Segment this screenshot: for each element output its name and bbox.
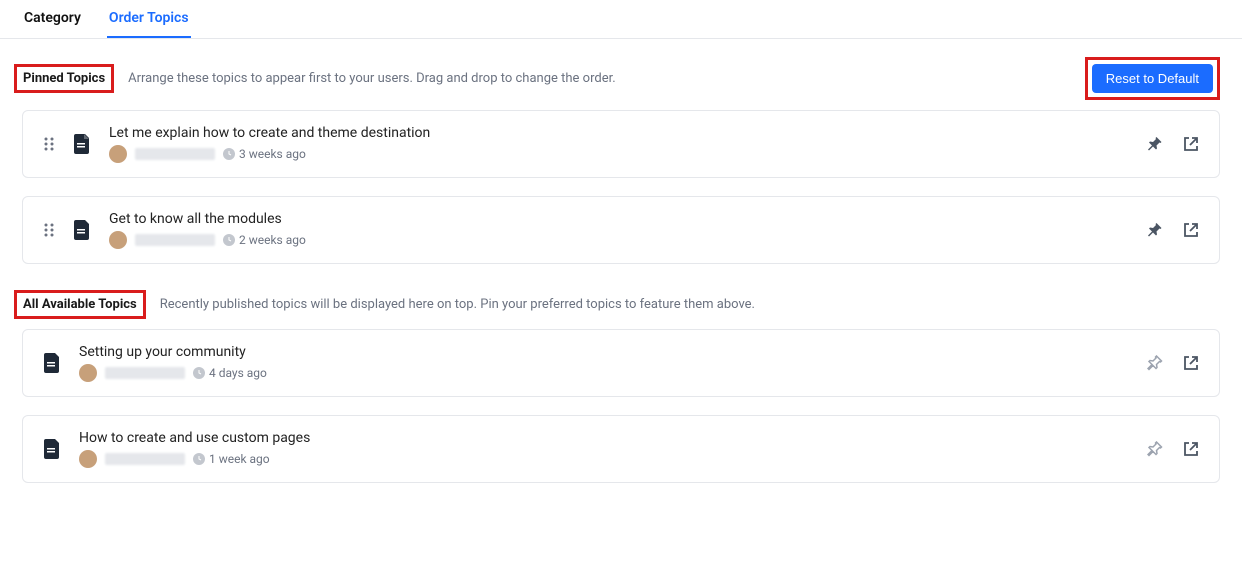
external-link-icon[interactable] xyxy=(1183,136,1199,152)
pinned-section-header: Pinned Topics Arrange these topics to ap… xyxy=(0,39,1242,110)
author-name xyxy=(105,453,185,465)
external-link-icon[interactable] xyxy=(1183,441,1199,457)
tab-category[interactable]: Category xyxy=(22,8,83,38)
author-avatar xyxy=(79,450,97,468)
topic-actions xyxy=(1147,222,1199,238)
author-avatar xyxy=(109,231,127,249)
topic-meta: 3 weeks ago xyxy=(109,145,1129,163)
clock-icon xyxy=(223,148,235,160)
available-section-header: All Available Topics Recently published … xyxy=(0,282,1242,329)
author-avatar xyxy=(79,364,97,382)
available-topics-list: Setting up your community 4 days ago xyxy=(0,329,1242,483)
pinned-topics-list: Let me explain how to create and theme d… xyxy=(0,110,1242,264)
pin-icon[interactable] xyxy=(1147,136,1163,152)
tabs-bar: Category Order Topics xyxy=(0,0,1242,39)
topic-card: Get to know all the modules 2 weeks ago xyxy=(22,196,1220,264)
document-icon xyxy=(43,353,61,373)
drag-handle-icon[interactable] xyxy=(43,136,55,152)
topic-body: How to create and use custom pages 1 wee… xyxy=(79,430,1129,468)
timestamp: 2 weeks ago xyxy=(223,233,306,247)
author-avatar xyxy=(109,145,127,163)
topic-title: Get to know all the modules xyxy=(109,211,1129,227)
timestamp-text: 1 week ago xyxy=(209,452,270,466)
topic-actions xyxy=(1147,355,1199,371)
topic-body: Get to know all the modules 2 weeks ago xyxy=(109,211,1129,249)
timestamp: 3 weeks ago xyxy=(223,147,306,161)
timestamp-text: 2 weeks ago xyxy=(239,233,306,247)
author-name xyxy=(135,148,215,160)
external-link-icon[interactable] xyxy=(1183,222,1199,238)
pin-outline-icon[interactable] xyxy=(1147,441,1163,457)
clock-icon xyxy=(193,453,205,465)
all-available-topics-label: All Available Topics xyxy=(14,290,146,319)
drag-handle-icon[interactable] xyxy=(43,222,55,238)
document-icon xyxy=(73,134,91,154)
topic-title: Let me explain how to create and theme d… xyxy=(109,125,1129,141)
reset-to-default-button[interactable]: Reset to Default xyxy=(1092,64,1213,93)
timestamp: 1 week ago xyxy=(193,452,270,466)
topic-card: Setting up your community 4 days ago xyxy=(22,329,1220,397)
document-icon xyxy=(73,220,91,240)
author-name xyxy=(135,234,215,246)
reset-button-highlight: Reset to Default xyxy=(1085,57,1220,100)
clock-icon xyxy=(193,367,205,379)
timestamp: 4 days ago xyxy=(193,366,267,380)
author-name xyxy=(105,367,185,379)
pin-icon[interactable] xyxy=(1147,222,1163,238)
topic-card: How to create and use custom pages 1 wee… xyxy=(22,415,1220,483)
external-link-icon[interactable] xyxy=(1183,355,1199,371)
pinned-topics-label: Pinned Topics xyxy=(14,64,114,93)
timestamp-text: 4 days ago xyxy=(209,366,267,380)
pinned-topics-description: Arrange these topics to appear first to … xyxy=(128,71,1071,86)
topic-title: Setting up your community xyxy=(79,344,1129,360)
all-available-topics-description: Recently published topics will be displa… xyxy=(160,297,1220,312)
document-icon xyxy=(43,439,61,459)
timestamp-text: 3 weeks ago xyxy=(239,147,306,161)
topic-meta: 1 week ago xyxy=(79,450,1129,468)
topic-body: Setting up your community 4 days ago xyxy=(79,344,1129,382)
topic-body: Let me explain how to create and theme d… xyxy=(109,125,1129,163)
topic-actions xyxy=(1147,136,1199,152)
tab-order-topics[interactable]: Order Topics xyxy=(107,8,191,38)
topic-title: How to create and use custom pages xyxy=(79,430,1129,446)
topic-card: Let me explain how to create and theme d… xyxy=(22,110,1220,178)
topic-meta: 4 days ago xyxy=(79,364,1129,382)
clock-icon xyxy=(223,234,235,246)
topic-meta: 2 weeks ago xyxy=(109,231,1129,249)
topic-actions xyxy=(1147,441,1199,457)
pin-outline-icon[interactable] xyxy=(1147,355,1163,371)
